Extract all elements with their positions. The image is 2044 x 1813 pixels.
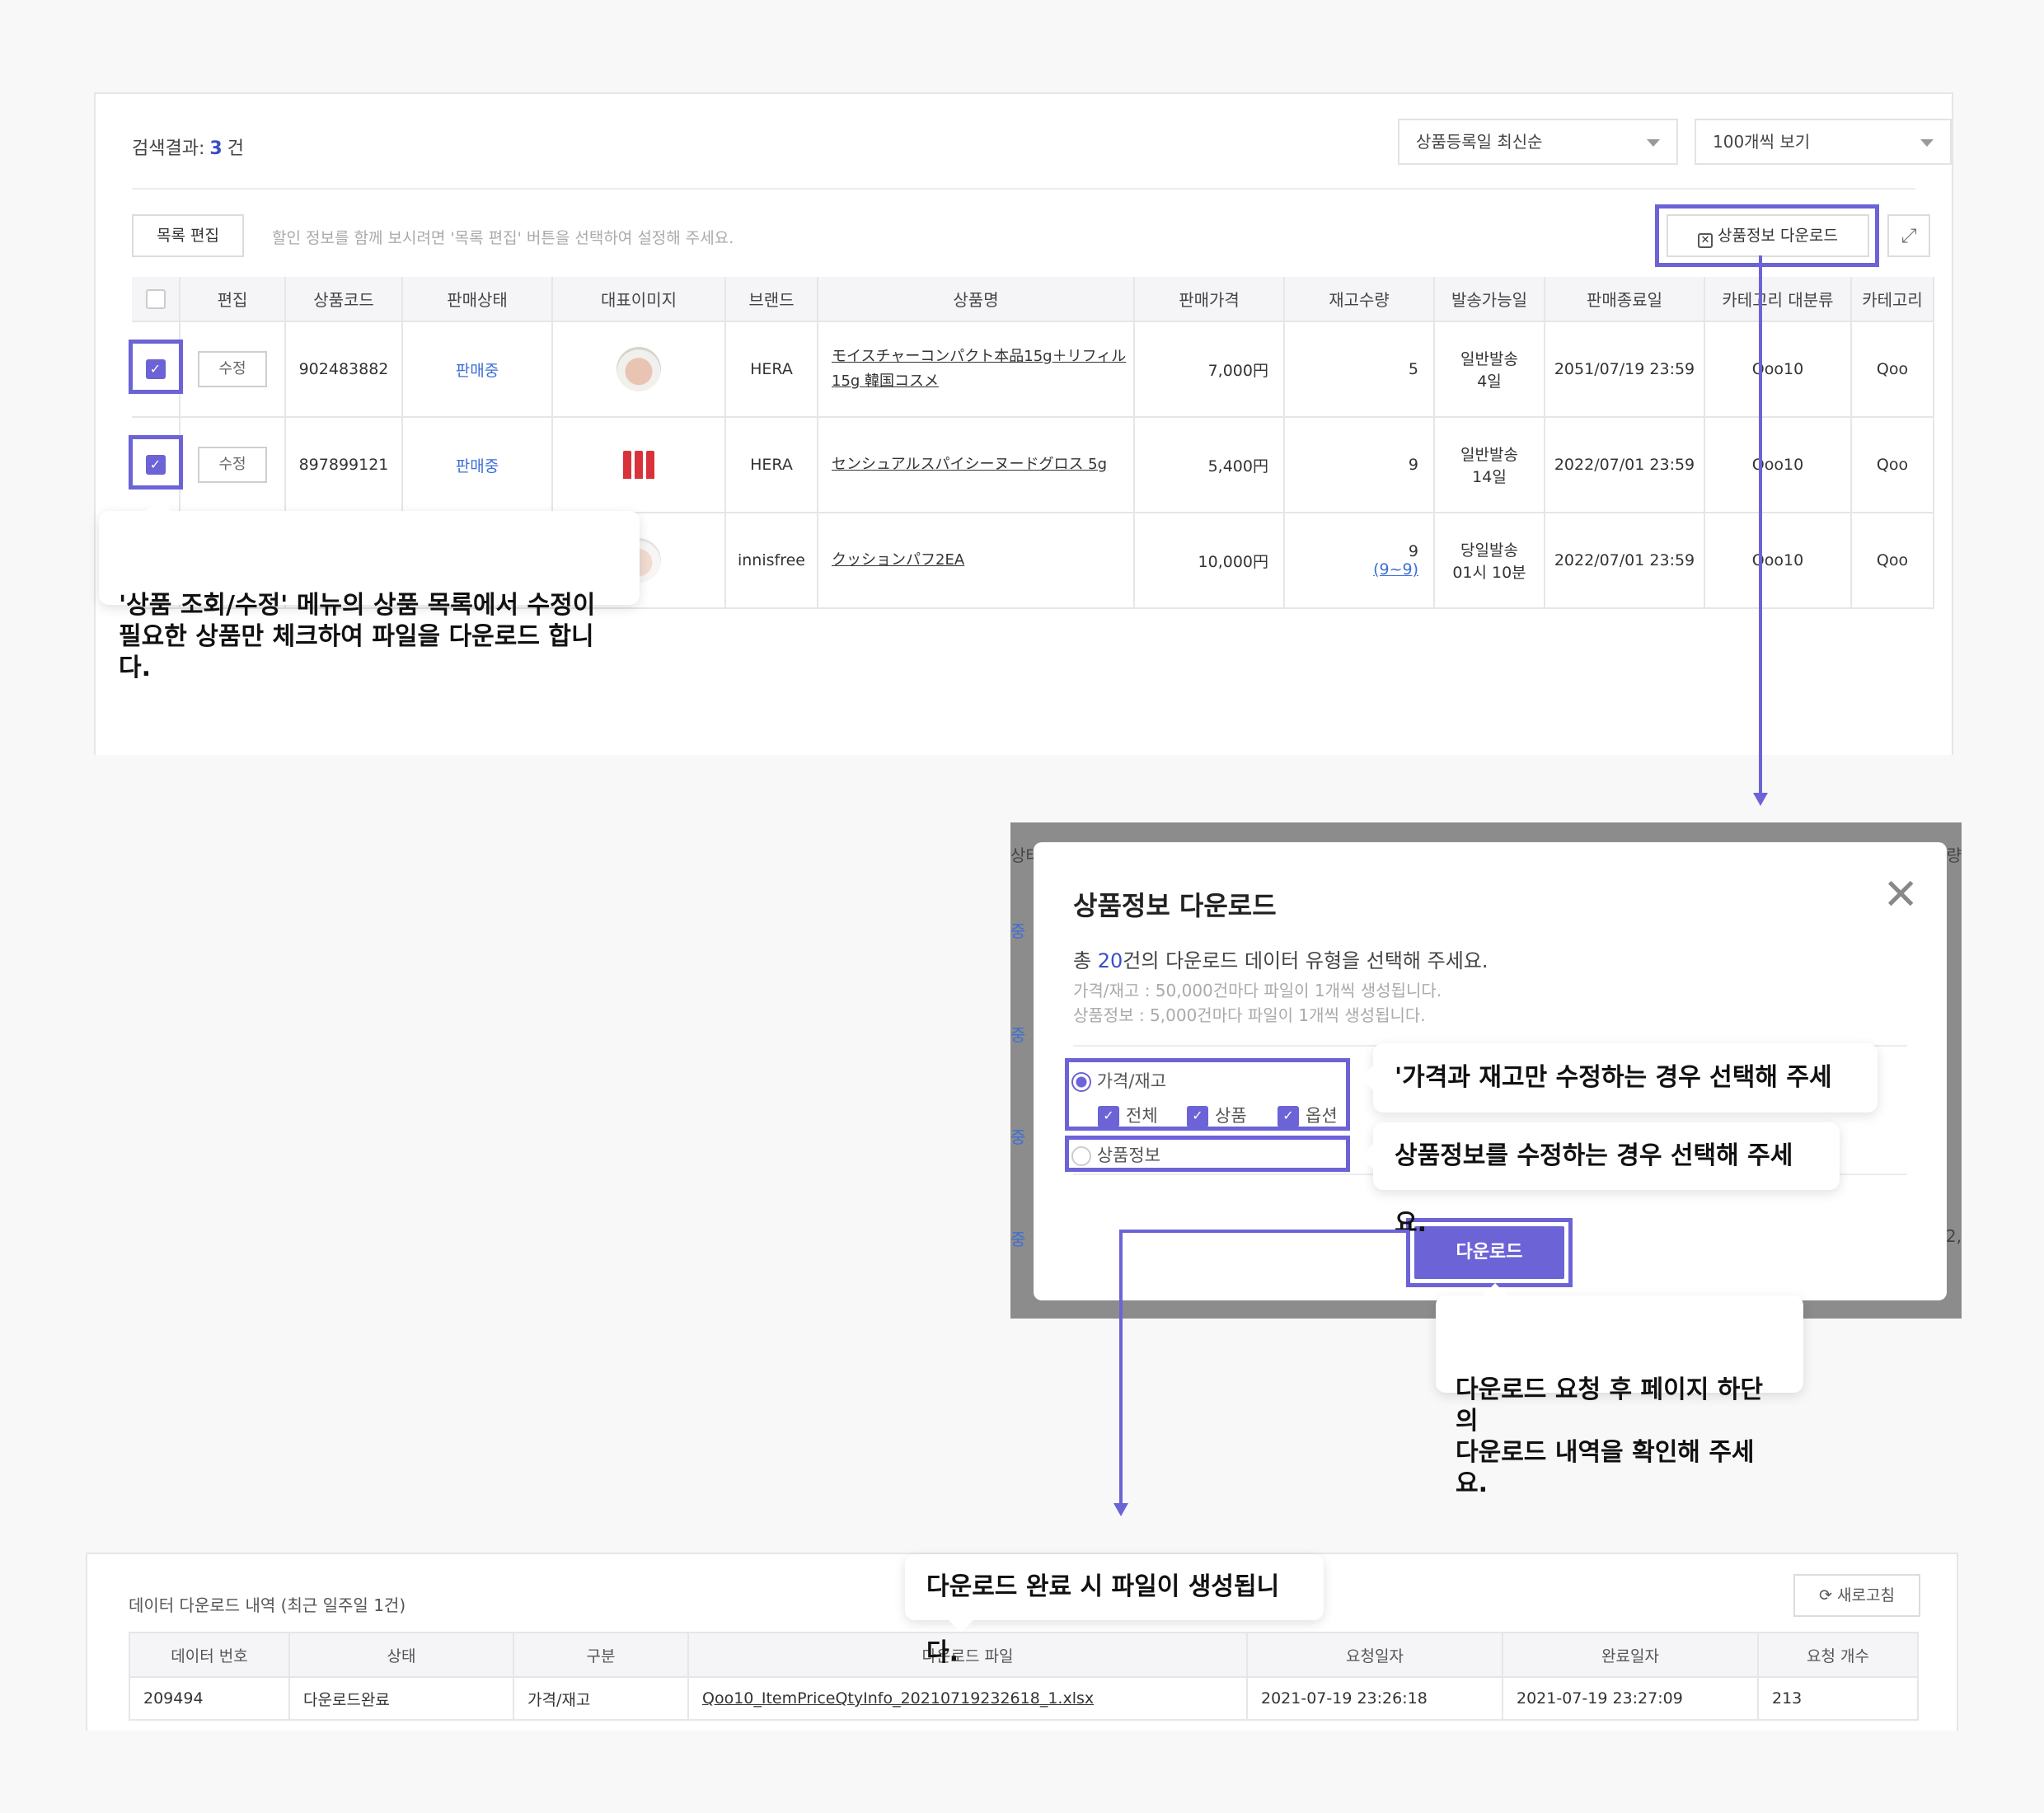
chevron-down-icon bbox=[1647, 139, 1660, 147]
excel-icon: ✕ bbox=[1698, 233, 1713, 248]
download-history-title: 데이터 다운로드 내역 (최근 일주일 1건) bbox=[129, 1595, 406, 1615]
table-row: ✓ 수정 897899121 판매중 HERA センシュアルスパイシーヌードグロ… bbox=[132, 417, 1934, 513]
chevron-down-icon bbox=[1920, 139, 1934, 147]
download-history-table: 데이터 번호 상태 구분 다운로드 파일 요청일자 완료일자 요청 개수 209… bbox=[129, 1632, 1919, 1721]
connector-line bbox=[1119, 1230, 1409, 1233]
table-header: 데이터 번호 상태 구분 다운로드 파일 요청일자 완료일자 요청 개수 bbox=[129, 1632, 1919, 1678]
arrow-down-icon bbox=[1753, 793, 1768, 806]
file-created-callout: 다운로드 완료 시 파일이 생성됩니다. bbox=[905, 1554, 1324, 1667]
price-stock-callout: '가격과 재고만 수정하는 경우 선택해 주세요. bbox=[1361, 1043, 1878, 1161]
download-button[interactable]: 다운로드 bbox=[1414, 1226, 1564, 1279]
checkbox-product[interactable]: ✓ 상품 bbox=[1187, 1103, 1247, 1127]
connector-line bbox=[1119, 1230, 1123, 1506]
modal-title: 상품정보 다운로드 bbox=[1073, 890, 1277, 921]
modal-description: 총 20건의 다운로드 데이터 유형을 선택해 주세요. bbox=[1073, 949, 1488, 972]
checkbox-all[interactable]: ✓ 전체 bbox=[1098, 1103, 1158, 1127]
row-checkbox[interactable]: ✓ bbox=[145, 455, 166, 475]
select-all-cell[interactable] bbox=[132, 277, 180, 322]
refresh-icon: ⟳ bbox=[1819, 1586, 1832, 1605]
list-edit-hint: 할인 정보를 함께 보시려면 '목록 편집' 버튼을 선택하여 설정해 주세요. bbox=[272, 229, 734, 247]
radio-button[interactable] bbox=[1071, 1072, 1091, 1092]
page-size-select[interactable]: 100개씩 보기 bbox=[1695, 119, 1952, 165]
product-list-card: 검색결과: 3 건 상품등록일 최신순 100개씩 보기 목록 편집 할인 정보를 … bbox=[94, 92, 1953, 755]
divider bbox=[132, 188, 1915, 190]
product-thumbnail[interactable] bbox=[616, 347, 661, 391]
product-name-link[interactable]: モイスチャーコンパクト本品15g＋リフィル15g 韓国コスメ bbox=[818, 321, 1135, 418]
arrow-down-icon bbox=[1113, 1503, 1128, 1516]
radio-button[interactable] bbox=[1071, 1146, 1091, 1166]
connector-line bbox=[1759, 255, 1762, 796]
expand-icon[interactable]: ⤢ bbox=[1887, 214, 1930, 257]
product-info-download-button[interactable]: ✕ 상품정보 다운로드 bbox=[1667, 214, 1869, 257]
select-all-checkbox[interactable] bbox=[145, 289, 166, 310]
select-products-callout: '상품 조회/수정' 메뉴의 상품 목록에서 수정이 필요한 상품만 체크하여 … bbox=[99, 499, 640, 682]
product-thumbnail[interactable] bbox=[621, 451, 657, 479]
row-edit-button[interactable]: 수정 bbox=[198, 447, 267, 483]
sort-select[interactable]: 상품등록일 최신순 bbox=[1398, 119, 1678, 165]
radio-price-stock[interactable]: 가격/재고 bbox=[1071, 1068, 1166, 1093]
product-name-link[interactable]: クッションパフ2EA bbox=[818, 513, 1135, 609]
after-download-callout: 다운로드 요청 후 페이지 하단의 다운로드 내역을 확인해 주세요. bbox=[1436, 1283, 1803, 1498]
search-result-count: 검색결과: 3 건 bbox=[132, 138, 244, 159]
product-name-link[interactable]: センシュアルスパイシーヌードグロス 5g bbox=[818, 417, 1135, 513]
download-file-link[interactable]: Qoo10_ItemPriceQtyInfo_20210719232618_1.… bbox=[687, 1676, 1248, 1721]
product-info-callout: 상품정보를 수정하는 경우 선택해 주세요. bbox=[1361, 1122, 1840, 1238]
edit-list-button[interactable]: 목록 편집 bbox=[132, 214, 244, 257]
table-row: 209494 다운로드완료 가격/재고 Qoo10_ItemPriceQtyIn… bbox=[129, 1676, 1919, 1721]
close-icon[interactable]: ✕ bbox=[1882, 874, 1919, 916]
table-header: 편집 상품코드 판매상태 대표이미지 브랜드 상품명 판매가격 재고수량 발송가… bbox=[132, 277, 1934, 322]
row-checkbox[interactable]: ✓ bbox=[145, 359, 166, 379]
row-edit-button[interactable]: 수정 bbox=[198, 351, 267, 387]
option-qty-link[interactable]: (9~9) bbox=[1285, 560, 1418, 579]
radio-product-info[interactable]: 상품정보 bbox=[1071, 1142, 1160, 1167]
checkbox-option[interactable]: ✓ 옵션 bbox=[1278, 1103, 1338, 1127]
product-list-panel: 검색결과: 3 건 상품등록일 최신순 100개씩 보기 목록 편집 할인 정보를 … bbox=[82, 82, 1958, 755]
refresh-button[interactable]: ⟳ 새로고침 bbox=[1793, 1574, 1920, 1617]
table-row: ✓ 수정 902483882 판매중 HERA モイスチャーコンパクト本品15g… bbox=[132, 321, 1934, 418]
